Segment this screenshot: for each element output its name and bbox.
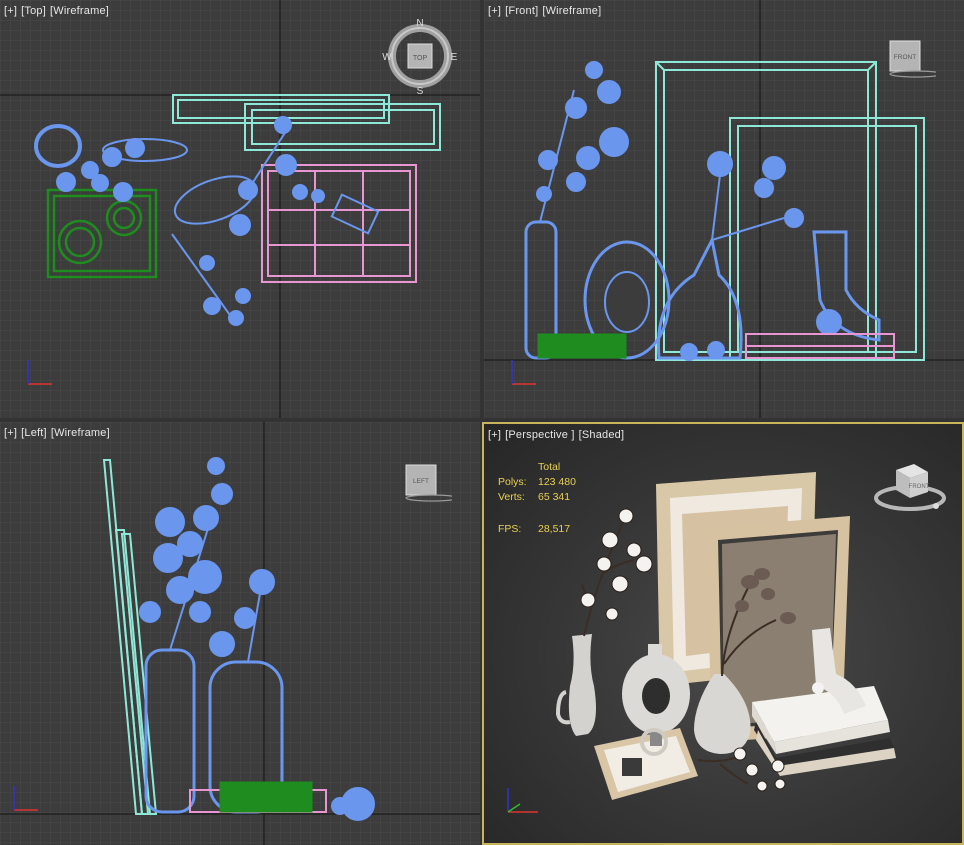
viewport-perspective[interactable]: [+] [Perspective ] [Shaded] Total Polys: 12… <box>482 422 964 845</box>
compass-east: E <box>451 52 458 63</box>
verts-label: Verts: <box>498 491 525 503</box>
book-wireframe <box>219 781 313 813</box>
shading-mode-menu[interactable]: [Wireframe] <box>50 5 109 17</box>
viewport-front[interactable]: [+] [Front] [Wireframe] FRONT <box>484 0 964 418</box>
book-wireframe <box>537 333 627 359</box>
viewport-top[interactable]: [+] [Top] [Wireframe] TOP N E S W <box>0 0 480 418</box>
viewport-plus-menu[interactable]: [+] <box>488 5 501 17</box>
viewcube[interactable]: FRONT <box>868 456 952 526</box>
statistics-overlay: Total Polys: 123 480 Verts: 65 341 FPS: 28,… <box>498 460 576 537</box>
viewport-plus-menu[interactable]: [+] <box>488 429 501 441</box>
viewcube[interactable]: TOP N E S W <box>380 16 460 96</box>
frame-wireframe <box>172 94 441 151</box>
axis-tripod-icon <box>511 360 536 385</box>
viewport-plus-menu[interactable]: [+] <box>4 427 17 439</box>
viewcube-face-label: LEFT <box>413 478 429 485</box>
fps-label: FPS: <box>498 523 522 535</box>
viewcube-face-label: FRONT <box>894 54 916 61</box>
viewport-label[interactable]: [+] [Perspective ] [Shaded] <box>488 429 628 441</box>
compass-north: N <box>416 18 423 29</box>
branch-wireframe <box>524 61 881 361</box>
stats-header: Total <box>538 461 561 473</box>
fps-value: 28,517 <box>538 523 571 535</box>
viewport-left[interactable]: [+] [Left] [Wireframe] LEFT <box>0 422 480 845</box>
tall-vase <box>555 634 596 736</box>
viewport-label[interactable]: [+] [Front] [Wireframe] <box>488 5 605 17</box>
shading-mode-menu[interactable]: [Wireframe] <box>51 427 110 439</box>
axis-tripod-icon <box>507 788 538 813</box>
viewport-plus-menu[interactable]: [+] <box>4 5 17 17</box>
view-name-menu[interactable]: [Top] <box>21 5 46 17</box>
tray-wireframe <box>261 164 417 283</box>
compass-west: W <box>382 52 392 63</box>
verts-value: 65 341 <box>538 491 571 503</box>
shading-mode-menu[interactable]: [Shaded] <box>579 429 625 441</box>
viewport-label[interactable]: [+] [Left] [Wireframe] <box>4 427 114 439</box>
branch-wireframe <box>139 457 375 821</box>
viewport-label[interactable]: [+] [Top] [Wireframe] <box>4 5 113 17</box>
tray <box>594 728 698 800</box>
viewcube[interactable]: LEFT <box>392 462 452 512</box>
polys-label: Polys: <box>498 476 527 488</box>
frame-wireframe <box>102 459 158 815</box>
shading-mode-menu[interactable]: [Wireframe] <box>542 5 601 17</box>
compass-south: S <box>417 86 424 96</box>
book-wireframe <box>46 188 158 279</box>
view-name-menu[interactable]: [Left] <box>21 427 47 439</box>
viewcube[interactable]: FRONT <box>876 38 936 88</box>
view-name-menu[interactable]: [Front] <box>505 5 538 17</box>
polys-value: 123 480 <box>538 476 576 488</box>
axis-tripod-icon <box>27 360 52 385</box>
view-name-menu[interactable]: [Perspective ] <box>505 429 574 441</box>
viewcube-face-label: TOP <box>413 55 428 62</box>
axis-tripod-icon <box>13 786 38 811</box>
viewcube-face-label: FRONT <box>909 484 930 490</box>
